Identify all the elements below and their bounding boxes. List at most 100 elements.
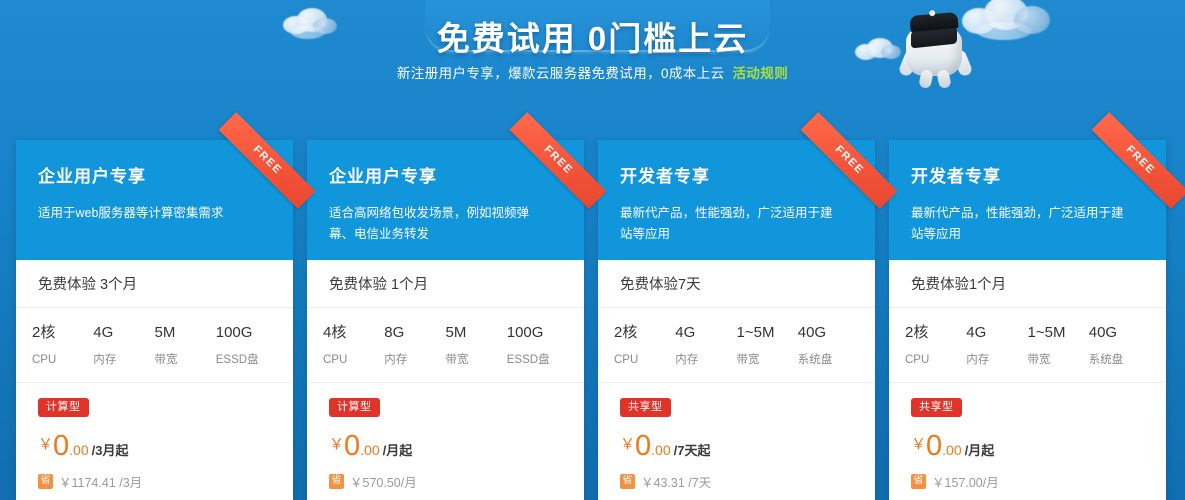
pricing-block: 计算型 ￥0.00/月起 省 ￥570.50/月 (307, 383, 584, 500)
spec-item: 4G 内存 (675, 322, 736, 370)
price-decimal: .00 (360, 442, 380, 458)
save-badge-icon: 省 (329, 474, 344, 489)
spec-value: 4G (93, 324, 114, 341)
currency-symbol: ￥ (620, 436, 636, 453)
spec-label: 带宽 (736, 354, 760, 366)
plan-type-badge: 共享型 (911, 398, 962, 417)
spec-label: 系统盘 (1088, 354, 1124, 366)
plan-card[interactable]: 企业用户专享 适用于web服务器等计算密集需求 FREE 免费体验 3个月 2核… (16, 112, 316, 500)
price-unit: /3月起 (91, 443, 129, 458)
plan-type-badge: 计算型 (38, 398, 89, 417)
original-price-row: 省 ￥1174.41 /3月 (38, 472, 271, 491)
trial-period: 免费体验 3个月 (16, 260, 293, 308)
plan-card[interactable]: 开发者专享 最新代产品，性能强劲，广泛适用于建站等应用 FREE 免费体验1个月… (889, 112, 1185, 500)
plan-card-header: 企业用户专享 适合高网络包收发场景，例如视频弹幕、电信业务转发 (307, 140, 584, 260)
plan-title: 开发者专享 (620, 167, 710, 186)
plan-card-header: 开发者专享 最新代产品，性能强劲，广泛适用于建站等应用 (598, 140, 875, 260)
save-badge-icon: 省 (911, 474, 926, 489)
plan-description: 适用于web服务器等计算密集需求 (38, 206, 224, 220)
spec-list: 2核 CPU 4G 内存 1~5M 带宽 40G 系统盘 (889, 308, 1166, 383)
spec-item: 5M 带宽 (155, 322, 216, 370)
spec-value: 40G (1088, 324, 1118, 341)
spec-label: ESSD盘 (215, 354, 259, 366)
spec-label: 带宽 (445, 354, 469, 366)
plan-title: 开发者专享 (911, 167, 1001, 186)
price-decimal: .00 (69, 442, 89, 458)
spec-value: 8G (384, 324, 405, 341)
spec-label: ESSD盘 (506, 354, 550, 366)
spec-item: 8G 内存 (384, 322, 445, 370)
trial-period: 免费体验7天 (598, 260, 875, 308)
original-price-row: 省 ￥570.50/月 (329, 472, 562, 491)
plan-description: 适合高网络包收发场景，例如视频弹幕、电信业务转发 (329, 206, 530, 241)
trial-period: 免费体验1个月 (889, 260, 1166, 308)
spec-item: 100G ESSD盘 (507, 322, 568, 370)
spec-value: 5M (154, 324, 176, 341)
spec-value: 2核 (905, 324, 929, 341)
spec-value: 1~5M (736, 324, 775, 341)
plan-card[interactable]: 企业用户专享 适合高网络包收发场景，例如视频弹幕、电信业务转发 FREE 免费体… (307, 112, 607, 500)
original-price: ￥43.31 /7天 (641, 476, 712, 490)
spec-value: 100G (215, 324, 253, 341)
currency-symbol: ￥ (38, 436, 54, 453)
spec-list: 2核 CPU 4G 内存 5M 带宽 100G ESSD盘 (16, 308, 293, 383)
spec-value: 1~5M (1027, 324, 1066, 341)
plan-title: 企业用户专享 (38, 167, 146, 186)
price-integer: 0 (53, 430, 70, 462)
spec-value: 4G (675, 324, 696, 341)
spec-item: 1~5M 带宽 (737, 322, 798, 370)
original-price-row: 省 ￥43.31 /7天 (620, 472, 853, 491)
spec-value: 100G (506, 324, 544, 341)
spec-label: CPU (905, 354, 930, 366)
price-integer: 0 (344, 430, 361, 462)
spec-value: 2核 (614, 324, 638, 341)
spec-list: 4核 CPU 8G 内存 5M 带宽 100G ESSD盘 (307, 308, 584, 383)
banner-title: 免费试用 0门槛上云 (436, 20, 749, 57)
spec-label: 带宽 (1027, 354, 1051, 366)
spec-label: CPU (614, 354, 639, 366)
price-decimal: .00 (942, 442, 962, 458)
spec-item: 4G 内存 (966, 322, 1027, 370)
spec-item: 40G 系统盘 (1089, 322, 1150, 370)
spec-item: 2核 CPU (32, 322, 93, 370)
spec-label: CPU (32, 354, 57, 366)
spec-list: 2核 CPU 4G 内存 1~5M 带宽 40G 系统盘 (598, 308, 875, 383)
original-price: ￥1174.41 /3月 (59, 476, 143, 490)
price-unit: /月起 (382, 443, 413, 458)
spec-label: 带宽 (154, 354, 178, 366)
banner-subtitle: 新注册用户专享，爆款云服务器免费试用，0成本上云 活动规则 (0, 62, 1185, 82)
original-price-row: 省 ￥157.00/月 (911, 472, 1144, 491)
promo-page: 免费试用 0门槛上云 新注册用户专享，爆款云服务器免费试用，0成本上云 活动规则 … (0, 0, 1185, 500)
plan-card-header: 开发者专享 最新代产品，性能强劲，广泛适用于建站等应用 (889, 140, 1166, 260)
original-price: ￥570.50/月 (350, 476, 417, 490)
plan-type-badge: 共享型 (620, 398, 671, 417)
spec-value: 40G (797, 324, 827, 341)
spec-value: 4G (966, 324, 987, 341)
spec-label: 内存 (675, 354, 699, 366)
plan-type-badge: 计算型 (329, 398, 380, 417)
spec-value: 2核 (32, 324, 56, 341)
spec-label: 内存 (384, 354, 408, 366)
price-integer: 0 (635, 430, 652, 462)
spec-item: 4核 CPU (323, 322, 384, 370)
currency-symbol: ￥ (911, 436, 927, 453)
spec-value: 4核 (323, 324, 347, 341)
spec-label: CPU (323, 354, 348, 366)
plan-card[interactable]: 开发者专享 最新代产品，性能强劲，广泛适用于建站等应用 FREE 免费体验7天 … (598, 112, 898, 500)
spec-item: 100G ESSD盘 (216, 322, 277, 370)
pricing-block: 共享型 ￥0.00/7天起 省 ￥43.31 /7天 (598, 383, 875, 500)
price-integer: 0 (926, 430, 943, 462)
price-unit: /7天起 (673, 443, 711, 458)
price-unit: /月起 (964, 443, 995, 458)
plan-description: 最新代产品，性能强劲，广泛适用于建站等应用 (620, 206, 833, 241)
save-badge-icon: 省 (620, 474, 635, 489)
spec-label: 内存 (966, 354, 990, 366)
activity-rules-link[interactable]: 活动规则 (733, 66, 789, 81)
banner-subtitle-text: 新注册用户专享，爆款云服务器免费试用，0成本上云 (396, 66, 725, 81)
spec-item: 2核 CPU (905, 322, 966, 370)
plan-card-header: 企业用户专享 适用于web服务器等计算密集需求 (16, 140, 293, 260)
pricing-block: 共享型 ￥0.00/月起 省 ￥157.00/月 (889, 383, 1166, 500)
save-badge-icon: 省 (38, 474, 53, 489)
price-decimal: .00 (651, 442, 671, 458)
current-price: ￥0.00/3月起 (38, 430, 271, 463)
